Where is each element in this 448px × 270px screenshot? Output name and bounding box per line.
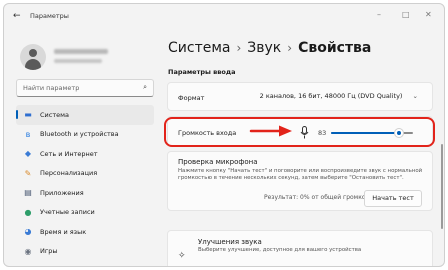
title-bar: ← Параметры – □ ✕ — [4, 4, 444, 30]
avatar-body — [25, 59, 41, 70]
sidebar-item-system[interactable]: ▬ Система — [16, 105, 154, 125]
sidebar-item-network[interactable]: ◆ Сеть и Интернет — [16, 144, 154, 164]
sidebar-item-bluetooth[interactable]: ʙ Bluetooth и устройства — [16, 125, 154, 145]
globe-clock-icon: ◕ — [24, 227, 32, 237]
start-test-button[interactable]: Начать тест — [364, 190, 422, 207]
close-icon[interactable]: ✕ — [425, 10, 432, 19]
highlight-box — [164, 117, 435, 147]
settings-window: ← Параметры – □ ✕ Найти параметр ⌕ ▬ Сис… — [3, 3, 445, 267]
mic-test-title: Проверка микрофона — [178, 158, 258, 166]
format-row: Формат 2 каналов, 16 бит, 48000 Гц (DVD … — [167, 82, 433, 111]
account-email-blurred — [54, 59, 102, 63]
format-value: 2 каналов, 16 бит, 48000 Гц (DVD Quality… — [259, 92, 403, 100]
sidebar-item-label: Bluetooth и устройства — [40, 130, 119, 139]
maximize-icon[interactable]: □ — [402, 10, 410, 19]
apps-icon: ▤ — [24, 188, 32, 198]
audio-enhancements-description: Выберите улучшение, доступное для вашего… — [198, 247, 362, 253]
search-input[interactable]: Найти параметр ⌕ — [16, 79, 154, 97]
account-icon: ● — [24, 207, 32, 217]
sidebar-item-label: Система — [40, 110, 70, 119]
back-arrow-icon[interactable]: ← — [13, 11, 21, 21]
sidebar-item-label: Персонализация — [40, 169, 98, 178]
sidebar-item-label: Приложения — [40, 188, 84, 197]
avatar[interactable] — [20, 44, 46, 70]
sidebar-item-gaming[interactable]: ◉ Игры — [16, 242, 154, 262]
search-placeholder: Найти параметр — [23, 84, 80, 92]
breadcrumb: Система › Звук › Свойства — [168, 40, 371, 56]
brush-icon: ✎ — [24, 168, 32, 178]
breadcrumb-separator: › — [236, 41, 242, 55]
mic-test-card: Проверка микрофона Нажмите кнопку "Начат… — [167, 151, 433, 211]
sidebar-item-label: Время и язык — [40, 227, 87, 236]
breadcrumb-system[interactable]: Система — [168, 40, 230, 56]
minimize-icon[interactable]: – — [377, 10, 381, 19]
mic-test-description: Нажмите кнопку "Начать тест" и поговорит… — [178, 168, 423, 181]
wifi-icon: ◆ — [24, 149, 32, 159]
sidebar-item-accounts[interactable]: ● Учетные записи — [16, 203, 154, 223]
sidebar-nav: ▬ Система ʙ Bluetooth и устройства ◆ Сет… — [16, 105, 154, 261]
scrollbar[interactable] — [441, 144, 443, 229]
chevron-down-icon: ⌄ — [412, 92, 418, 100]
sidebar-item-label: Сеть и Интернет — [40, 149, 98, 158]
display-icon: ▬ — [24, 110, 32, 120]
sidebar-item-label: Игры — [40, 247, 58, 256]
sidebar-item-time-language[interactable]: ◕ Время и язык — [16, 222, 154, 242]
gamepad-icon: ◉ — [24, 246, 32, 256]
account-name-blurred — [54, 49, 108, 54]
audio-enhancements-card[interactable]: ✧ Улучшения звука Выберите улучшение, до… — [167, 230, 433, 266]
sidebar-item-label: Учетные записи — [40, 208, 95, 217]
breadcrumb-separator: › — [287, 41, 293, 55]
sidebar-item-personalization[interactable]: ✎ Персонализация — [16, 164, 154, 184]
page-title: Свойства — [298, 40, 372, 56]
mic-test-result: Результат: 0% от общей громкости — [264, 194, 377, 201]
bluetooth-icon: ʙ — [25, 129, 31, 139]
breadcrumb-sound[interactable]: Звук — [247, 40, 281, 56]
format-label: Формат — [178, 94, 205, 102]
section-heading-input: Параметры ввода — [168, 68, 236, 76]
sidebar-item-apps[interactable]: ▤ Приложения — [16, 183, 154, 203]
window-title: Параметры — [30, 12, 69, 20]
sparkle-icon: ✧ — [178, 251, 186, 261]
search-icon: ⌕ — [143, 83, 147, 91]
audio-enhancements-title: Улучшения звука — [198, 238, 262, 246]
format-dropdown[interactable]: 2 каналов, 16 бит, 48000 Гц (DVD Quality… — [260, 92, 418, 100]
avatar-head — [29, 49, 37, 57]
